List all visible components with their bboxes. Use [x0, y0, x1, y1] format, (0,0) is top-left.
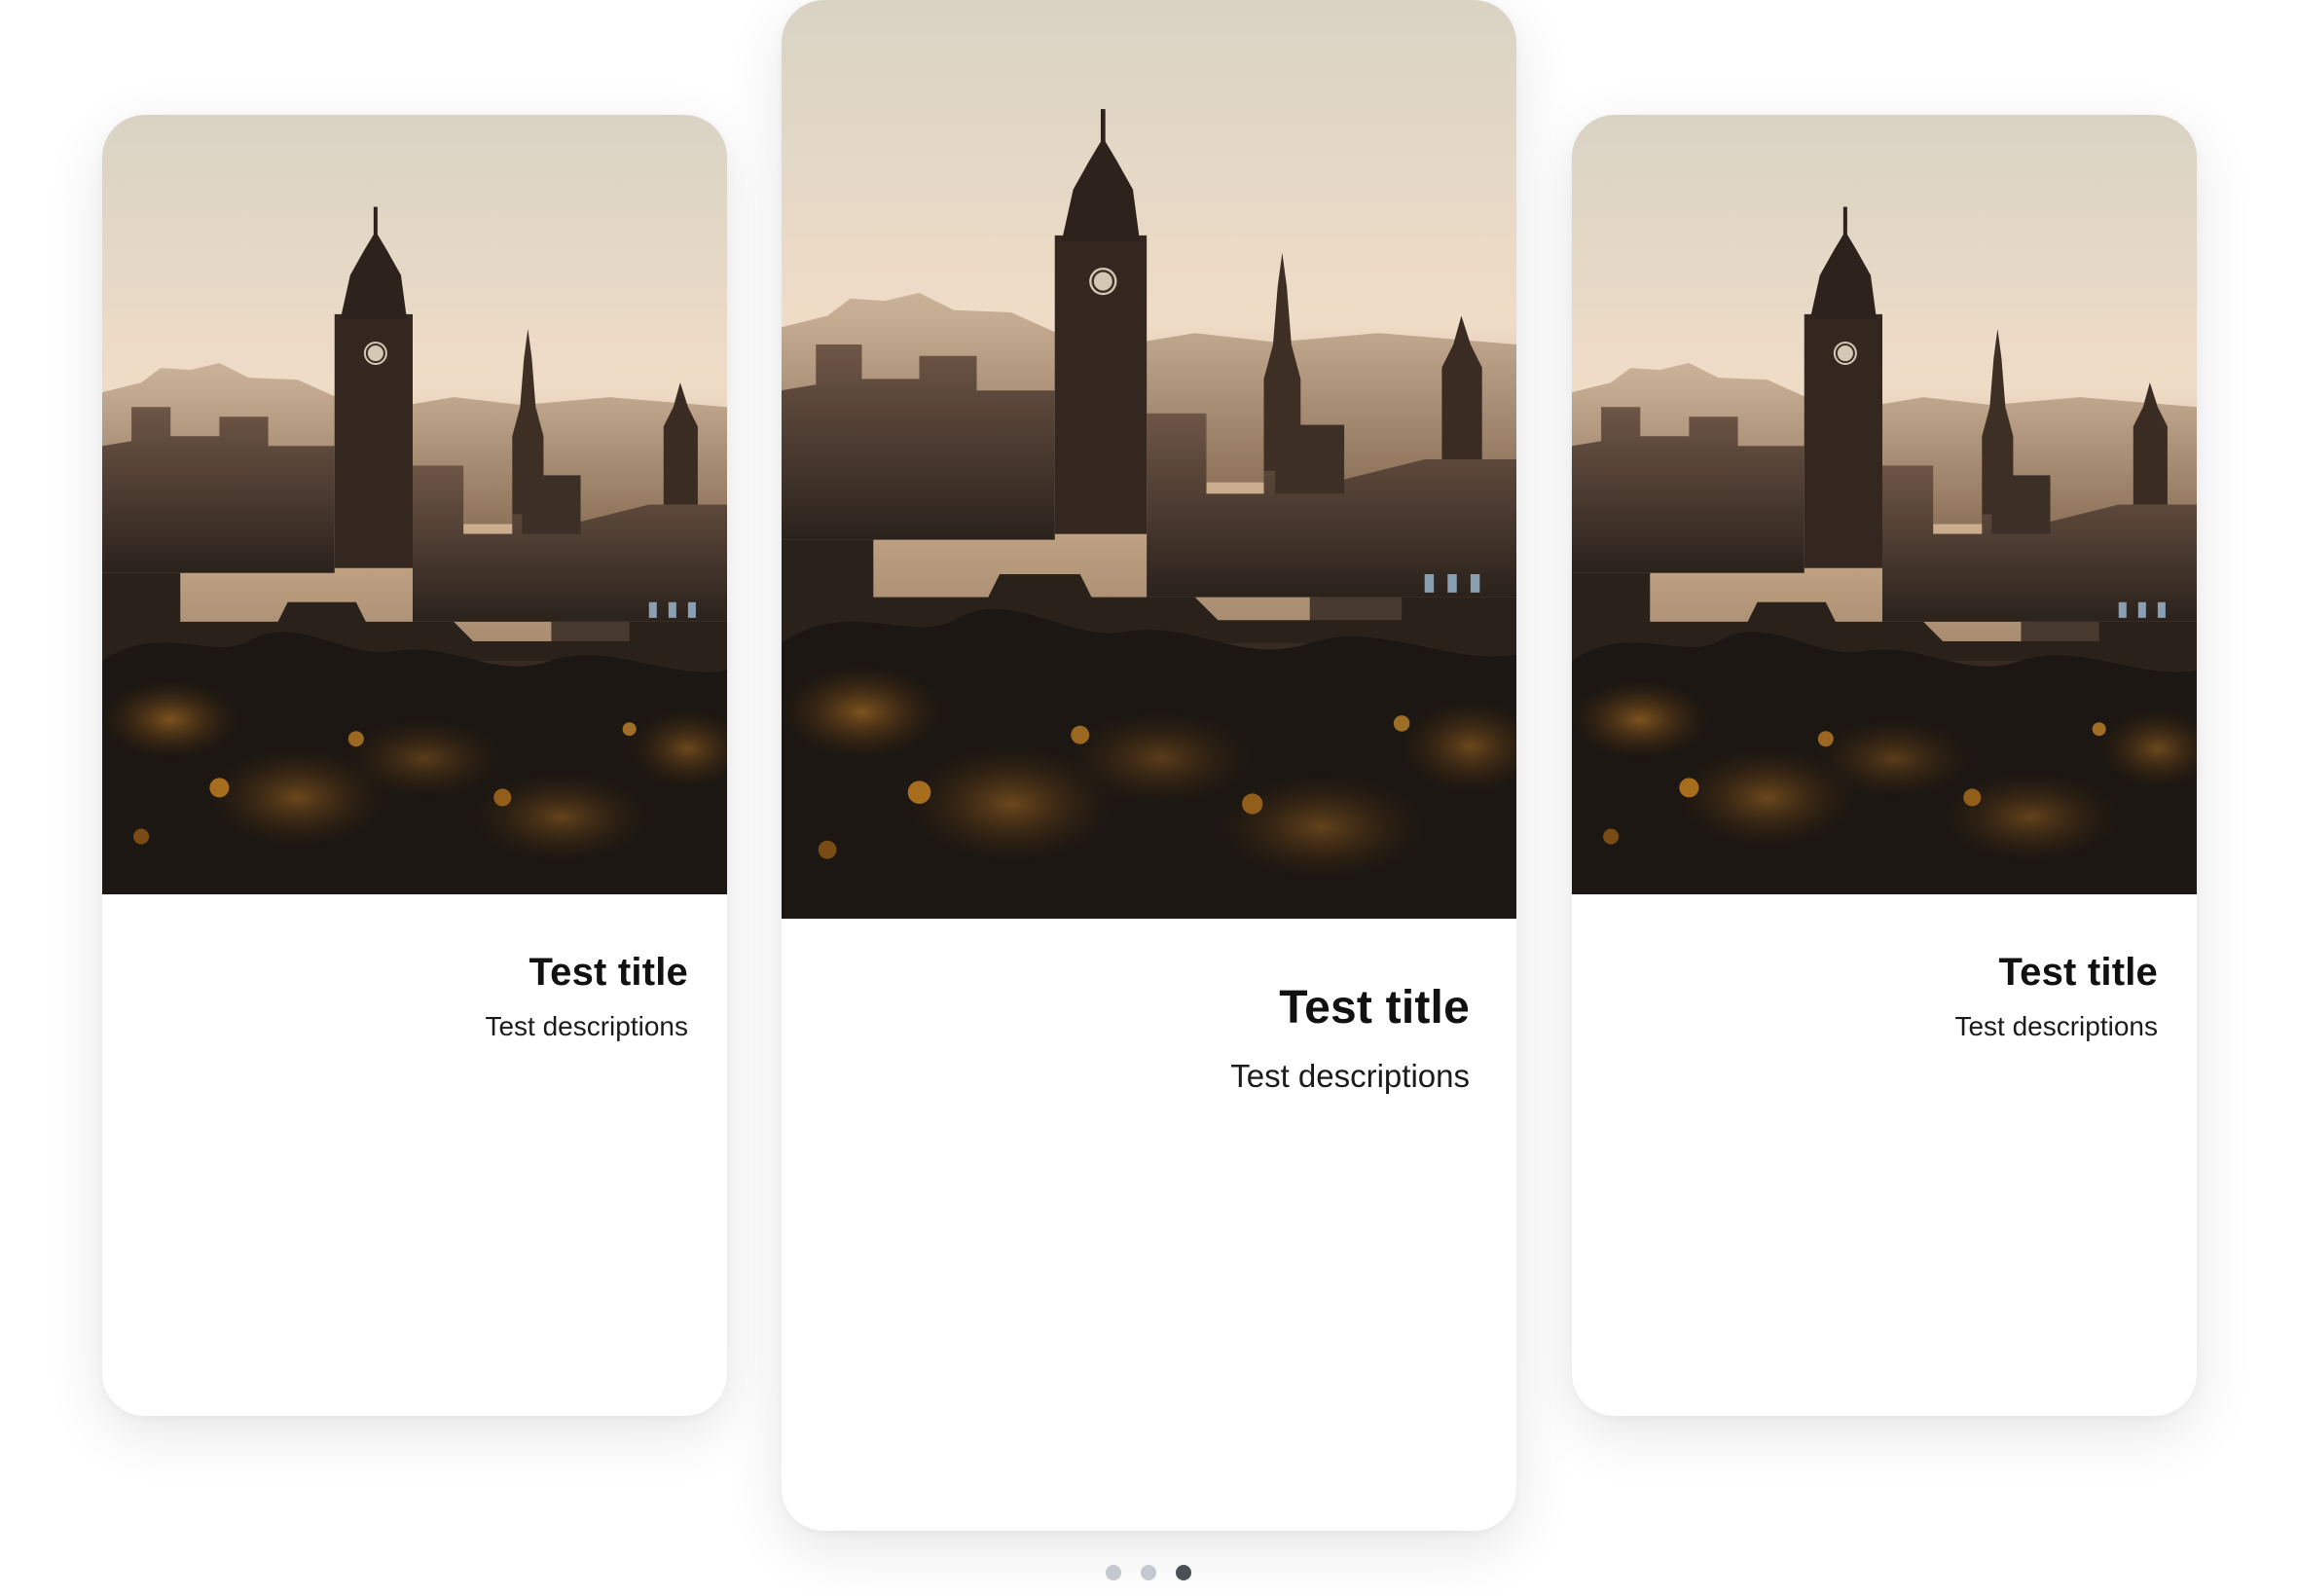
- city-skyline-image: [782, 0, 1516, 919]
- card-title: Test title: [1279, 982, 1470, 1034]
- carousel-card-right[interactable]: Test title Test descriptions: [1572, 115, 2197, 1416]
- card-text: Test title Test descriptions: [1230, 981, 1470, 1096]
- card-description: Test descriptions: [485, 1011, 688, 1041]
- carousel-card-center[interactable]: Test title Test descriptions: [782, 0, 1516, 1531]
- city-skyline-image: [102, 115, 727, 894]
- card-title: Test title: [529, 951, 688, 994]
- city-skyline-image: [1572, 115, 2197, 894]
- carousel-card-left[interactable]: Test title Test descriptions: [102, 115, 727, 1416]
- pagination-dot[interactable]: [1106, 1565, 1121, 1580]
- card-title: Test title: [1998, 951, 2158, 994]
- card-description: Test descriptions: [1230, 1058, 1470, 1094]
- pagination-dot[interactable]: [1141, 1565, 1156, 1580]
- carousel-pagination: [1106, 1565, 1191, 1580]
- card-description: Test descriptions: [1954, 1011, 2158, 1041]
- card-text: Test title Test descriptions: [485, 950, 688, 1043]
- card-text: Test title Test descriptions: [1954, 950, 2158, 1043]
- pagination-dot-active[interactable]: [1176, 1565, 1191, 1580]
